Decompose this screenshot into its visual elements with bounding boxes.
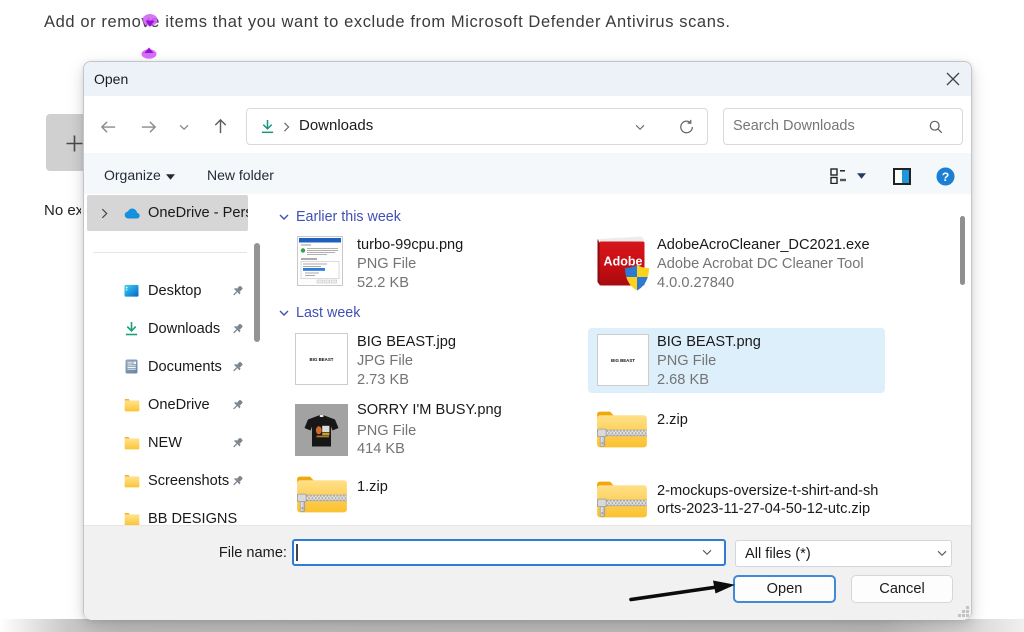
svg-text:BIG BEAST: BIG BEAST: [310, 357, 334, 362]
svg-text:BIG BEAST: BIG BEAST: [611, 358, 635, 363]
svg-text:?: ?: [942, 170, 950, 184]
